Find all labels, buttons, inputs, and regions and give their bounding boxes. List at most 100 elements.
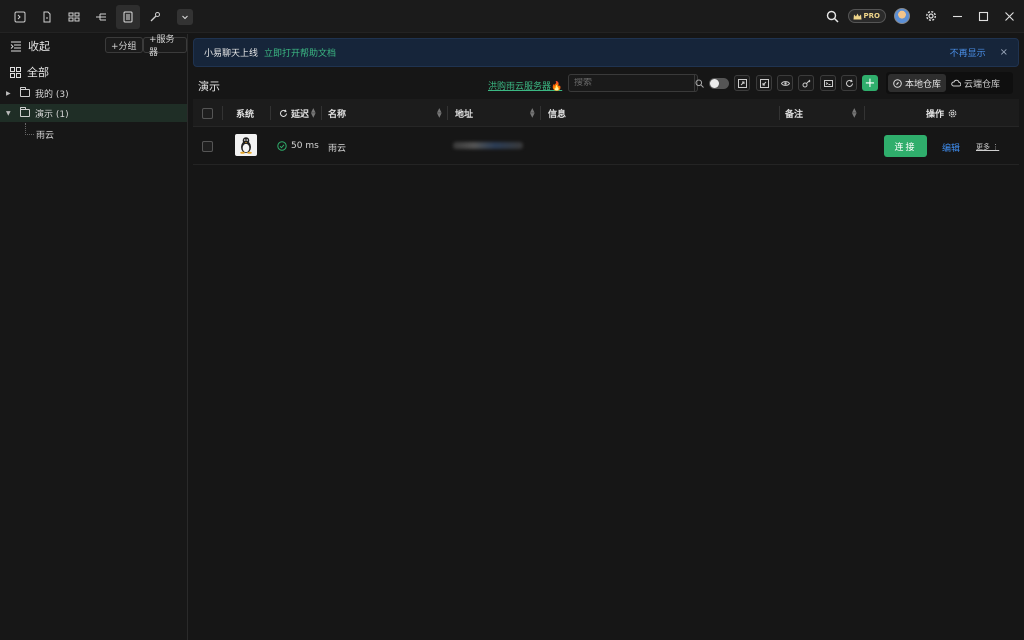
tree-icon xyxy=(96,13,106,21)
column-note[interactable]: 备注 xyxy=(785,99,803,127)
plus-icon: + xyxy=(864,75,876,91)
banner-help-link[interactable]: 立即打开帮助文档 xyxy=(264,46,336,59)
list-toolbar: 演示 洪购雨云服务器🔥 + xyxy=(193,72,1019,96)
repository-switch: 本地仓库 云端仓库 xyxy=(886,72,1013,94)
cloud-icon xyxy=(951,79,962,87)
collapse-icon xyxy=(10,41,21,51)
key-manager-button[interactable] xyxy=(798,75,814,91)
search-box xyxy=(568,74,704,92)
tabs-dropdown-button[interactable] xyxy=(177,9,193,25)
collapse-toggle[interactable]: 收起 xyxy=(10,38,50,54)
close-icon xyxy=(1004,11,1014,21)
add-server-plus-button[interactable]: + xyxy=(862,75,878,91)
all-label: 全部 xyxy=(27,66,49,79)
terminal-batch-button[interactable] xyxy=(820,75,836,91)
export-button[interactable] xyxy=(756,75,772,91)
gear-icon xyxy=(925,10,937,22)
sort-icon[interactable]: ▲ ▼ xyxy=(530,108,535,119)
search-input[interactable] xyxy=(569,78,694,88)
table-row[interactable]: 50 ms 雨云 连接 编辑 更多 ⋮ xyxy=(193,128,1019,165)
more-menu-link[interactable]: 更多 ⋮ xyxy=(976,142,999,152)
tools-tab[interactable] xyxy=(143,5,167,29)
connect-button[interactable]: 连接 xyxy=(884,135,927,157)
column-address[interactable]: 地址 xyxy=(455,99,473,127)
sort-icon[interactable]: ▲ ▼ xyxy=(437,108,442,119)
local-repo-tab[interactable]: 本地仓库 xyxy=(888,74,947,92)
search-button[interactable] xyxy=(822,5,844,27)
grid-tab[interactable] xyxy=(62,5,86,29)
tab-strip xyxy=(8,5,193,29)
sort-icon[interactable]: ▲ ▼ xyxy=(852,108,857,119)
search-icon xyxy=(695,79,704,88)
column-actions: 操作 xyxy=(926,99,957,127)
promo-link[interactable]: 洪购雨云服务器🔥 xyxy=(488,79,562,92)
latency-value: 50 ms xyxy=(291,141,319,151)
tree-group-label: 演示 (1) xyxy=(35,109,69,120)
add-server-button[interactable]: +服务器 xyxy=(143,35,187,58)
tree-group-label: 我的 (3) xyxy=(35,89,69,100)
column-name[interactable]: 名称 xyxy=(328,99,346,127)
maximize-icon xyxy=(978,11,988,21)
close-button[interactable] xyxy=(998,5,1020,27)
sort-icon[interactable]: ▲ ▼ xyxy=(311,108,316,119)
folder-icon xyxy=(20,87,30,97)
file-tab[interactable] xyxy=(35,5,59,29)
settings-button[interactable] xyxy=(920,5,942,27)
terminal-tab[interactable] xyxy=(8,5,32,29)
minimize-icon xyxy=(952,15,962,17)
search-submit-button[interactable] xyxy=(694,75,704,91)
view-toggle-switch[interactable] xyxy=(709,78,729,89)
edit-link[interactable]: 编辑 xyxy=(942,141,960,154)
wrench-icon xyxy=(150,12,160,22)
show-password-button[interactable] xyxy=(777,75,793,91)
cloud-repo-label: 云端仓库 xyxy=(964,79,1001,90)
eye-icon xyxy=(780,80,790,86)
tree-tab[interactable] xyxy=(89,5,113,29)
add-group-button[interactable]: +分组 xyxy=(105,37,143,53)
server-list-tab[interactable] xyxy=(116,5,140,29)
all-servers-item[interactable]: 全部 xyxy=(10,64,49,80)
refresh-icon xyxy=(280,109,287,117)
import-button[interactable] xyxy=(734,75,750,91)
server-name: 雨云 xyxy=(328,144,347,154)
tree-group-mine[interactable]: ▶ 我的 (3) xyxy=(0,84,187,102)
import-icon xyxy=(737,78,747,88)
chevron-down-icon xyxy=(182,15,188,20)
crown-icon xyxy=(853,13,862,19)
check-circle-icon xyxy=(277,141,287,151)
local-repo-label: 本地仓库 xyxy=(905,79,942,90)
server-list-icon xyxy=(123,11,133,23)
sidebar: 收起 +分组 +服务器 全部 ▶ 我的 (3) ▼ 演示 (1) 雨云 xyxy=(0,34,188,640)
pro-label: PRO xyxy=(863,12,880,20)
tree-group-demo[interactable]: ▼ 演示 (1) xyxy=(0,104,187,122)
banner-dismiss-link[interactable]: 不再显示 xyxy=(950,46,986,59)
address-blurred xyxy=(453,142,523,149)
linux-icon xyxy=(235,134,257,156)
compass-icon xyxy=(893,78,902,88)
expand-arrow-icon: ▶ xyxy=(6,89,11,97)
tree-server-item[interactable]: 雨云 xyxy=(25,123,54,141)
title-bar: PRO xyxy=(0,0,1024,33)
column-latency[interactable]: 延迟 xyxy=(279,99,309,127)
avatar[interactable] xyxy=(894,8,910,24)
pro-badge[interactable]: PRO xyxy=(847,9,886,23)
select-all-checkbox[interactable] xyxy=(202,99,213,127)
collapse-label: 收起 xyxy=(28,40,50,53)
search-icon xyxy=(826,10,839,23)
column-actions-label: 操作 xyxy=(926,109,945,120)
maximize-button[interactable] xyxy=(972,5,994,27)
window-controls: PRO xyxy=(822,5,1020,27)
row-checkbox[interactable] xyxy=(202,141,213,152)
file-icon xyxy=(43,11,51,23)
gear-icon[interactable] xyxy=(948,109,957,118)
folder-icon xyxy=(20,107,30,117)
announcement-banner: 小易聊天上线 立即打开帮助文档 不再显示 × xyxy=(193,38,1019,67)
cloud-repo-tab[interactable]: 云端仓库 xyxy=(946,74,1005,92)
refresh-button[interactable] xyxy=(841,75,857,91)
group-title: 演示 xyxy=(198,80,220,93)
latency-cell: 50 ms xyxy=(277,141,319,151)
minimize-button[interactable] xyxy=(946,5,968,27)
banner-text: 小易聊天上线 xyxy=(204,49,259,59)
banner-close-icon[interactable]: × xyxy=(1000,47,1008,58)
grid-icon xyxy=(10,66,21,78)
